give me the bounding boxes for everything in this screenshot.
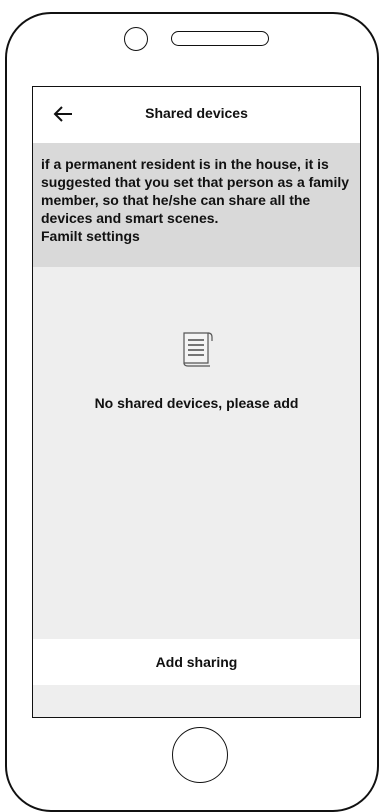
empty-state-message: No shared devices, please add [94,395,299,411]
empty-state: No shared devices, please add [33,267,360,639]
page-title: Shared devices [145,105,248,121]
home-button[interactable] [172,727,228,783]
front-camera [124,27,148,51]
app-screen: Shared devices if a permanent resident i… [32,86,361,718]
family-settings-link[interactable]: Familt settings [41,227,352,245]
earpiece-speaker [171,31,269,46]
add-sharing-button[interactable]: Add sharing [33,639,360,685]
family-notice-banner: if a permanent resident is in the house,… [33,143,360,267]
top-bar: Shared devices [33,87,360,144]
notice-text: if a permanent resident is in the house,… [41,156,350,226]
document-scroll-icon [183,332,213,367]
